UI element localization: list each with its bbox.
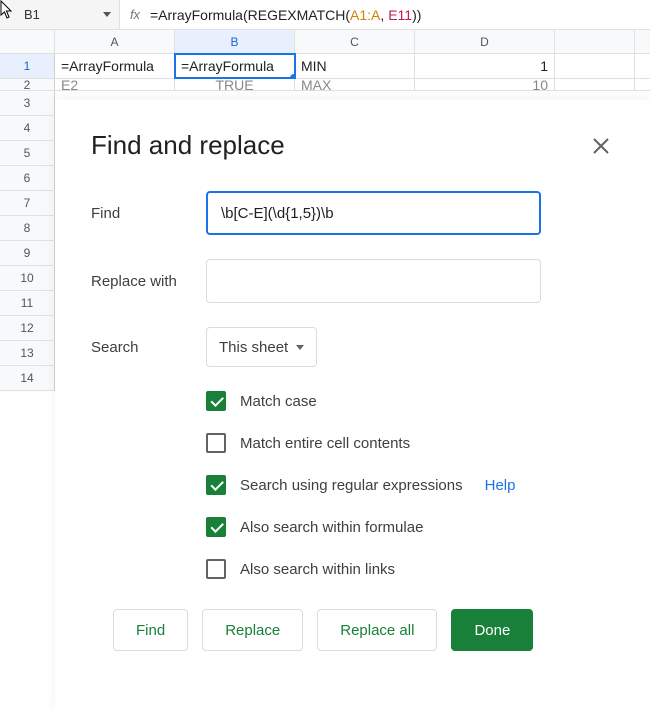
find-label: Find <box>91 205 206 222</box>
search-scope-value: This sheet <box>219 339 288 356</box>
find-button[interactable]: Find <box>113 609 188 651</box>
col-header-C[interactable]: C <box>295 30 415 53</box>
chevron-down-icon <box>103 12 111 17</box>
entire-cell-checkbox[interactable] <box>206 433 226 453</box>
row-header-4[interactable]: 4 <box>0 116 55 140</box>
replace-button[interactable]: Replace <box>202 609 303 651</box>
cell-E2[interactable] <box>555 79 635 90</box>
regex-label: Search using regular expressions <box>240 477 463 494</box>
cell-D1[interactable]: 1 <box>415 54 555 78</box>
row-header-1[interactable]: 1 <box>0 54 55 78</box>
done-button[interactable]: Done <box>451 609 533 651</box>
row-header-10[interactable]: 10 <box>0 266 55 290</box>
row-1: 1 =ArrayFormula =ArrayFormula MIN 1 <box>0 54 650 79</box>
cell-C2[interactable]: MAX <box>295 79 415 90</box>
find-replace-dialog: Find and replace Find Replace with Searc… <box>55 100 650 711</box>
formula-bar: B1 fx =ArrayFormula(REGEXMATCH(A1:A, E11… <box>0 0 650 30</box>
cell-D2[interactable]: 10 <box>415 79 555 90</box>
name-box-value: B1 <box>24 7 103 22</box>
selection-handle[interactable] <box>290 74 295 78</box>
replace-label: Replace with <box>91 273 206 290</box>
cell-A2[interactable]: E2 <box>55 79 175 90</box>
row-header-8[interactable]: 8 <box>0 216 55 240</box>
cell-A1[interactable]: =ArrayFormula <box>55 54 175 78</box>
col-header-D[interactable]: D <box>415 30 555 53</box>
row-header-9[interactable]: 9 <box>0 241 55 265</box>
name-box[interactable]: B1 <box>0 0 120 29</box>
formulae-checkbox[interactable] <box>206 517 226 537</box>
links-label: Also search within links <box>240 561 395 578</box>
chevron-down-icon <box>296 345 304 350</box>
search-label: Search <box>91 339 206 356</box>
row-header-5[interactable]: 5 <box>0 141 55 165</box>
row-header-14[interactable]: 14 <box>0 366 55 390</box>
match-case-checkbox[interactable] <box>206 391 226 411</box>
row-header-3[interactable]: 3 <box>0 91 55 115</box>
row-header-6[interactable]: 6 <box>0 166 55 190</box>
cell-C1[interactable]: MIN <box>295 54 415 78</box>
col-header-spare[interactable] <box>555 30 635 53</box>
close-icon[interactable] <box>588 133 614 159</box>
cell-B2[interactable]: TRUE <box>175 79 295 90</box>
select-all-corner[interactable] <box>0 30 55 53</box>
fx-icon: fx <box>120 7 150 22</box>
replace-all-button[interactable]: Replace all <box>317 609 437 651</box>
col-header-A[interactable]: A <box>55 30 175 53</box>
row-header-11[interactable]: 11 <box>0 291 55 315</box>
regex-help-link[interactable]: Help <box>485 477 516 494</box>
row-header-13[interactable]: 13 <box>0 341 55 365</box>
links-checkbox[interactable] <box>206 559 226 579</box>
regex-checkbox[interactable] <box>206 475 226 495</box>
row-2: 2 E2 TRUE MAX 10 <box>0 79 650 91</box>
cell-B1[interactable]: =ArrayFormula <box>175 54 295 78</box>
replace-input[interactable] <box>206 259 541 303</box>
formulae-label: Also search within formulae <box>240 519 423 536</box>
formula-input[interactable]: =ArrayFormula(REGEXMATCH(A1:A, E11)) <box>150 7 650 23</box>
column-headers: A B C D <box>0 30 650 54</box>
entire-cell-label: Match entire cell contents <box>240 435 410 452</box>
cell-E1[interactable] <box>555 54 635 78</box>
col-header-B[interactable]: B <box>175 30 295 53</box>
row-header-7[interactable]: 7 <box>0 191 55 215</box>
dialog-title: Find and replace <box>91 130 285 161</box>
search-scope-select[interactable]: This sheet <box>206 327 317 367</box>
row-header-2[interactable]: 2 <box>0 79 55 90</box>
match-case-label: Match case <box>240 393 317 410</box>
row-header-12[interactable]: 12 <box>0 316 55 340</box>
find-input[interactable] <box>206 191 541 235</box>
